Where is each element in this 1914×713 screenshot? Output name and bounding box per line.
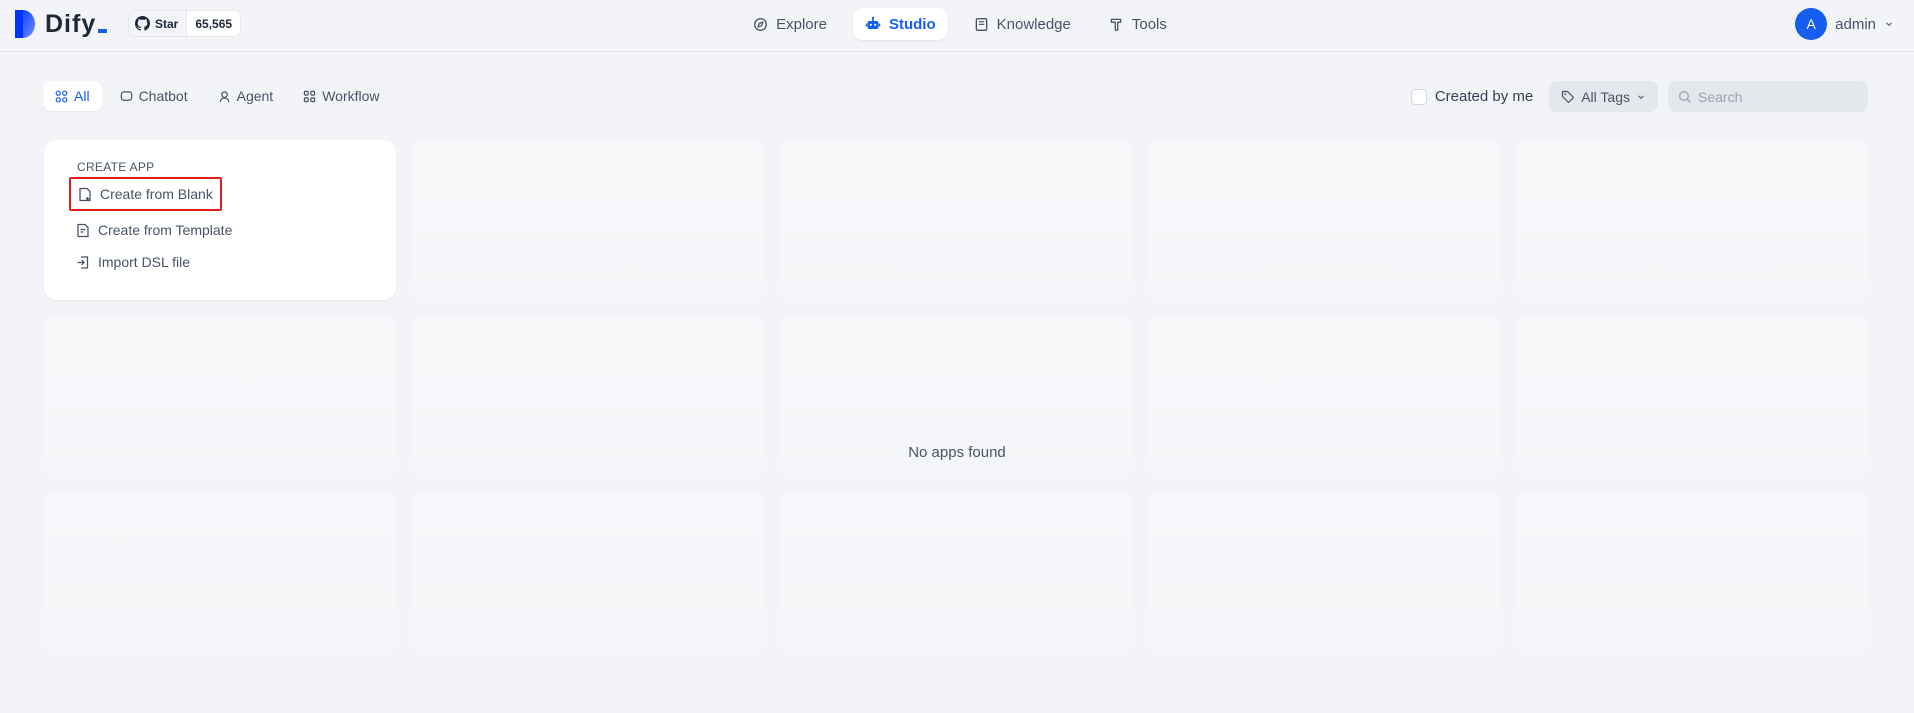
- agent-icon: [218, 90, 231, 103]
- app-card-placeholder: [1148, 492, 1500, 652]
- book-icon: [974, 17, 989, 32]
- nav-explore[interactable]: Explore: [741, 8, 839, 40]
- file-plus-icon: [78, 187, 92, 202]
- search-input[interactable]: [1698, 88, 1858, 105]
- avatar: A: [1795, 8, 1828, 40]
- import-icon: [76, 255, 90, 270]
- create-from-template-button[interactable]: Create from Template: [69, 213, 239, 247]
- search-box[interactable]: [1668, 81, 1868, 112]
- grid-icon: [55, 90, 68, 103]
- workflow-icon: [303, 90, 316, 103]
- create-from-template-label: Create from Template: [98, 222, 233, 238]
- app-card-placeholder: [1516, 492, 1868, 652]
- app-type-tabs: All Chatbot Agent Workflow: [43, 81, 392, 111]
- nav-tools[interactable]: Tools: [1097, 8, 1179, 40]
- nav-studio-label: Studio: [888, 15, 936, 33]
- robot-icon: [865, 16, 881, 32]
- created-by-me-checkbox[interactable]: [1410, 88, 1427, 105]
- created-by-me-toggle[interactable]: Created by me: [1410, 88, 1534, 105]
- tag-icon: [1561, 90, 1575, 104]
- top-header: Dify Star 65,565 Explore Studio Knowledg…: [0, 0, 1914, 52]
- user-name: admin: [1835, 15, 1876, 33]
- chevron-down-icon: [1884, 19, 1894, 29]
- nav-studio[interactable]: Studio: [852, 8, 948, 40]
- tab-all-label: All: [74, 88, 90, 104]
- hammer-icon: [1109, 17, 1124, 32]
- search-icon: [1678, 90, 1692, 104]
- import-dsl-button[interactable]: Import DSL file: [69, 245, 197, 279]
- app-card-placeholder: [1516, 140, 1868, 300]
- chat-icon: [120, 90, 133, 103]
- create-app-title: CREATE APP: [77, 160, 155, 174]
- compass-icon: [753, 17, 768, 32]
- app-card-placeholder: [412, 492, 764, 652]
- tab-chatbot[interactable]: Chatbot: [108, 81, 200, 111]
- nav-tools-label: Tools: [1131, 15, 1167, 33]
- tab-workflow[interactable]: Workflow: [291, 81, 391, 111]
- create-from-blank-button[interactable]: Create from Blank: [69, 177, 222, 211]
- tab-workflow-label: Workflow: [322, 88, 380, 104]
- nav-knowledge[interactable]: Knowledge: [962, 8, 1083, 40]
- create-app-card: CREATE APP Create from Blank Create from…: [44, 140, 396, 300]
- app-card-placeholder: [412, 140, 764, 300]
- tab-all[interactable]: All: [43, 81, 102, 111]
- nav-explore-label: Explore: [776, 15, 827, 33]
- tab-agent[interactable]: Agent: [206, 81, 286, 111]
- app-card-placeholder: [44, 492, 396, 652]
- tab-agent-label: Agent: [236, 88, 274, 104]
- tags-filter-label: All Tags: [1581, 88, 1630, 105]
- filter-controls: Created by me All Tags: [1410, 81, 1868, 112]
- import-dsl-label: Import DSL file: [98, 254, 191, 270]
- create-from-blank-label: Create from Blank: [100, 186, 213, 202]
- app-card-placeholder: [780, 140, 1132, 300]
- nav-knowledge-label: Knowledge: [996, 15, 1071, 33]
- empty-state-message: No apps found: [908, 444, 1006, 461]
- created-by-me-label: Created by me: [1434, 88, 1534, 105]
- app-card-placeholder: [1148, 140, 1500, 300]
- app-card-placeholder: [780, 492, 1132, 652]
- tab-chatbot-label: Chatbot: [138, 88, 188, 104]
- chevron-down-icon: [1636, 92, 1646, 102]
- main-nav: Explore Studio Knowledge Tools: [0, 8, 1914, 40]
- template-icon: [76, 223, 90, 238]
- user-menu[interactable]: A admin: [1795, 8, 1894, 40]
- tags-filter-dropdown[interactable]: All Tags: [1549, 81, 1658, 112]
